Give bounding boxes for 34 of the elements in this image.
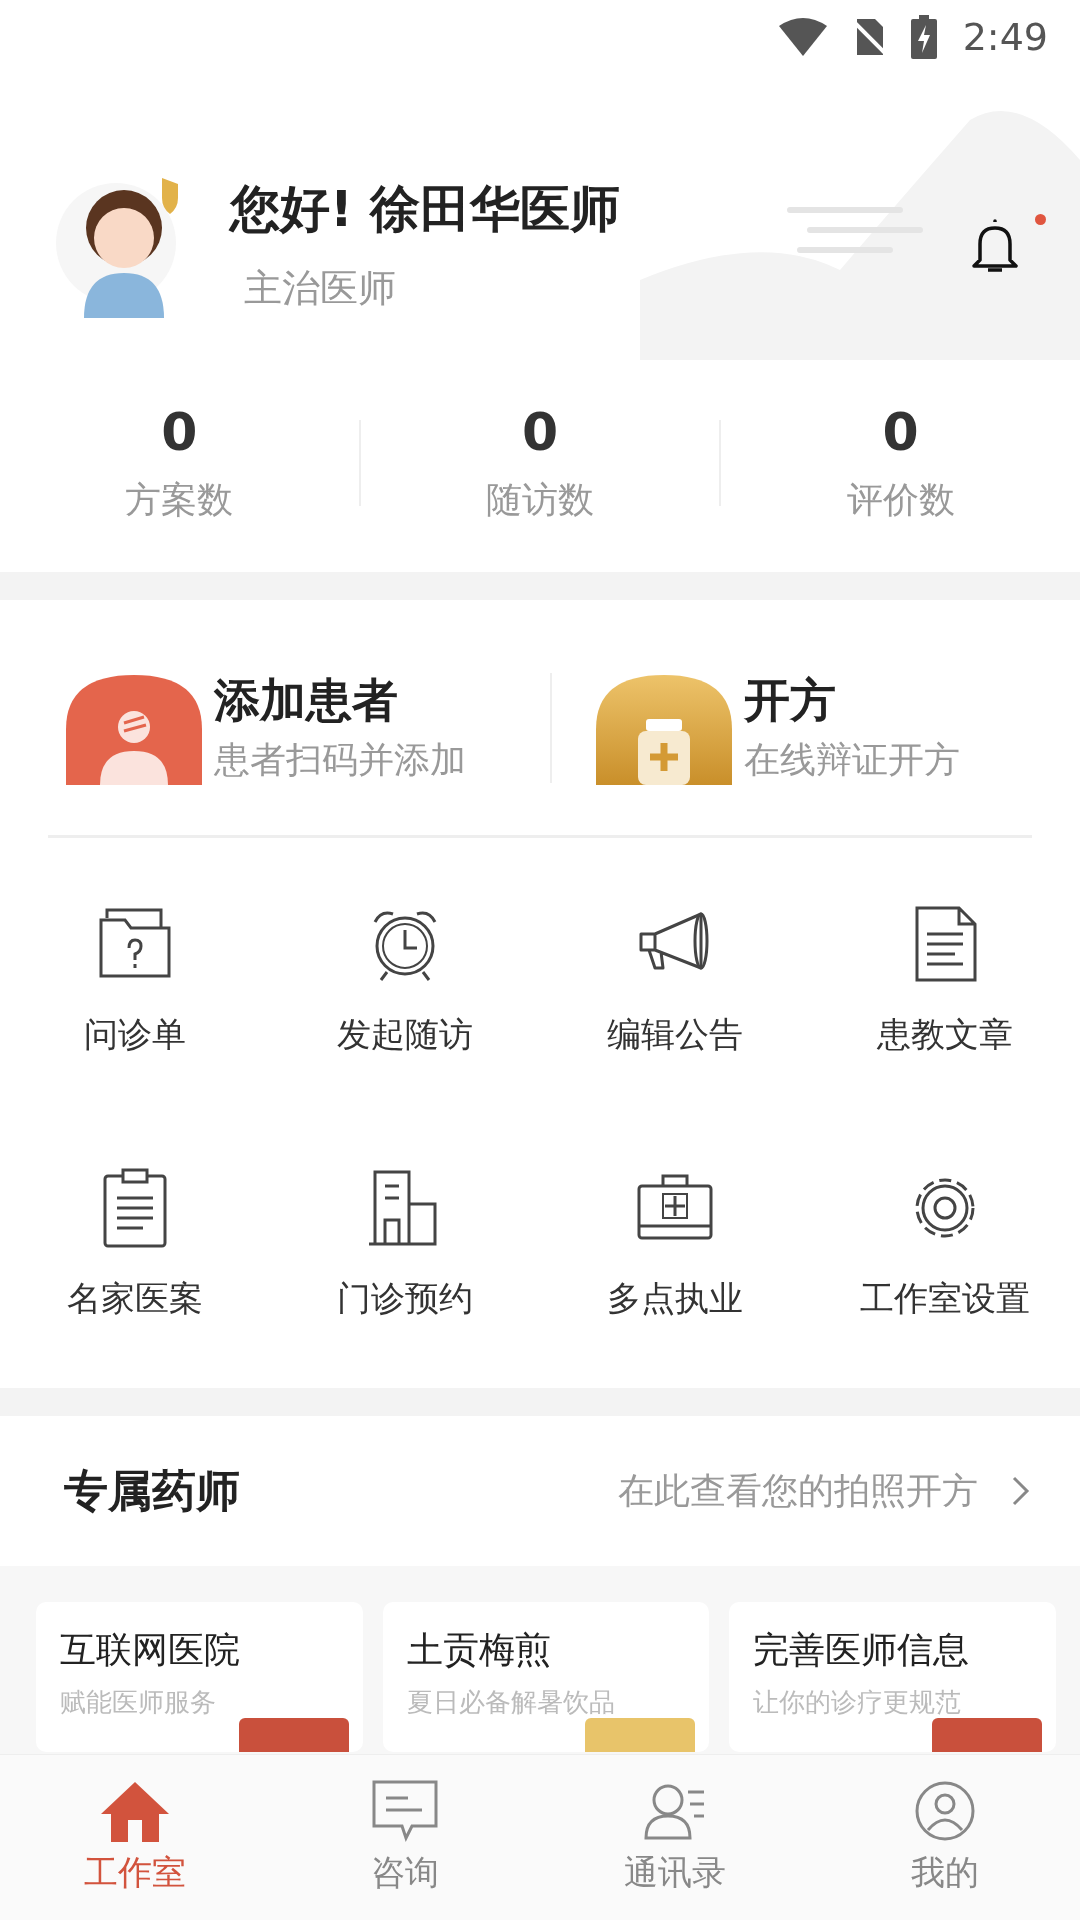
action-subtitle: 在线辩证开方 [744,738,960,782]
tool-label[interactable]: 名家医案 [67,1276,203,1322]
home-icon [99,1779,171,1842]
stat-label: 评价数 [846,477,955,522]
tool-label[interactable]: 多点执业 [607,1276,743,1322]
doctor-title: 主治医师 [244,265,397,312]
stat-label: 随访数 [486,477,594,522]
tool-label[interactable]: 问诊单 [84,1012,186,1058]
section-title: 专属药师 [64,1463,241,1518]
action-subtitle: 患者扫码并添加 [214,738,466,782]
wifi-icon [778,18,827,56]
action-title[interactable]: 添加患者 [214,670,466,732]
tool-label[interactable]: 门诊预约 [337,1276,473,1322]
bell-icon[interactable] [970,218,1020,274]
tool-label[interactable]: 发起随访 [337,1012,473,1058]
greeting-text: 您好! 徐田华医师 [230,179,621,240]
patient-add-icon[interactable] [66,675,202,785]
stat-label: 方案数 [125,477,234,522]
stat-value: 0 [521,401,559,462]
banner-card[interactable]: 互联网医院 赋能医师服务 [36,1602,363,1752]
tool-label[interactable]: 患教文章 [877,1012,1013,1058]
chat-icon [372,1779,438,1842]
tool-label[interactable]: 编辑公告 [607,1012,743,1058]
tool-label[interactable]: 工作室设置 [860,1276,1030,1322]
banner-card[interactable]: 土贡梅煎 夏日必备解暑饮品 [382,1602,710,1752]
battery-charging-icon [910,15,937,59]
chevron-right-icon[interactable] [1012,1476,1030,1506]
tab-item[interactable]: 工作室 [0,1755,270,1920]
stat-value: 0 [882,401,919,462]
status-time: 2:49 [962,15,1048,59]
action-title[interactable]: 开方 [744,670,960,732]
medicine-bottle-icon[interactable] [596,675,732,785]
stat-value: 0 [161,401,198,462]
banner-card[interactable]: 完善医师信息 让你的诊疗更规范 [729,1602,1056,1752]
